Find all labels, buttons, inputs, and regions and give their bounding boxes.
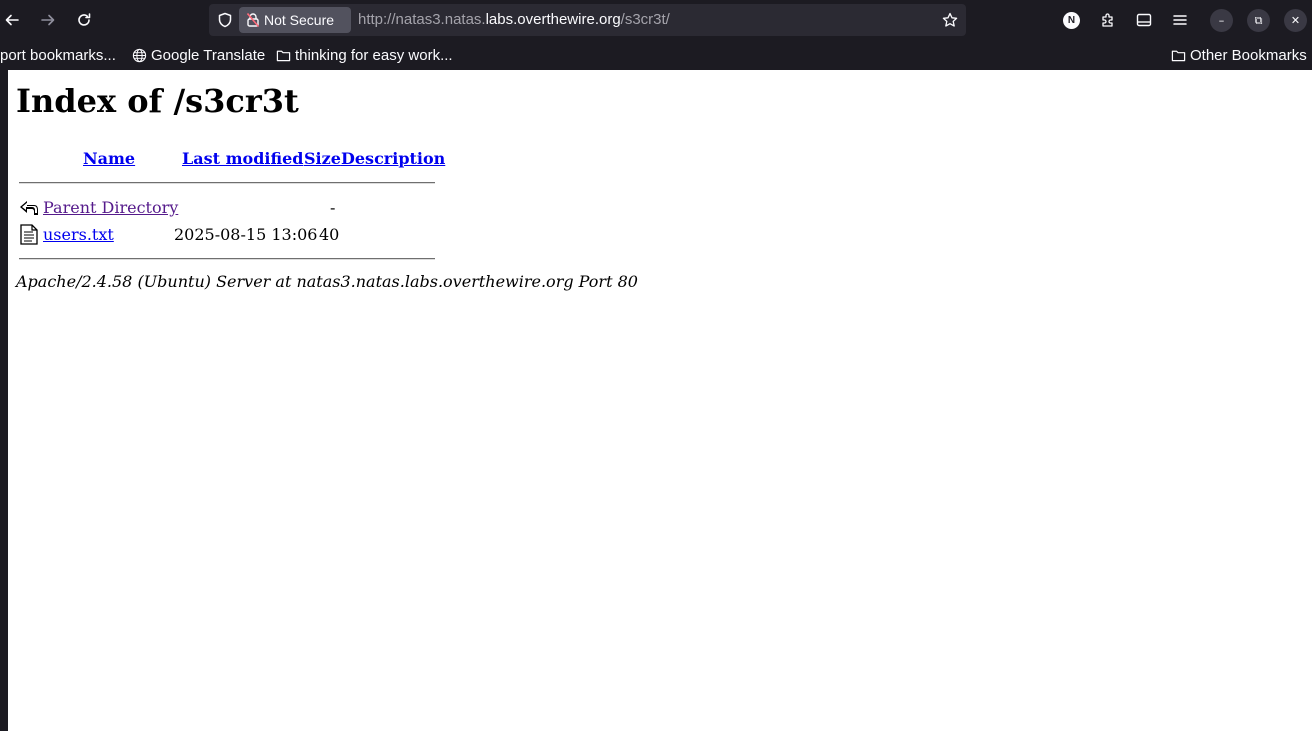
extensions-button[interactable] bbox=[1094, 6, 1122, 34]
forward-arrow-icon bbox=[41, 14, 55, 26]
row-size: - bbox=[330, 198, 336, 217]
bookmark-item[interactable]: port bookmarks... bbox=[0, 40, 116, 70]
text-file-icon bbox=[20, 224, 38, 249]
bookmark-folder[interactable]: thinking for easy work... bbox=[276, 40, 453, 70]
sort-by-description-link[interactable]: Description bbox=[341, 149, 445, 168]
not-secure-label: Not Secure bbox=[264, 12, 335, 28]
url-prefix: http://natas3.natas. bbox=[358, 11, 486, 28]
bookmark-google-translate[interactable]: Google Translate bbox=[132, 40, 265, 70]
sort-by-name-link[interactable]: Name bbox=[83, 149, 135, 168]
row-size: 40 bbox=[319, 225, 340, 244]
sidebar-button[interactable] bbox=[1130, 6, 1158, 34]
address-bar[interactable]: Not Secure http://natas3.natas.labs.over… bbox=[209, 4, 966, 36]
close-icon: ✕ bbox=[1290, 14, 1301, 27]
globe-icon bbox=[132, 48, 147, 63]
server-signature: Apache/2.4.58 (Ubuntu) Server at natas3.… bbox=[16, 272, 638, 291]
minimize-button[interactable]: – bbox=[1210, 9, 1233, 32]
not-secure-badge[interactable]: Not Secure bbox=[239, 7, 351, 33]
minimize-icon: – bbox=[1218, 14, 1225, 27]
folder-icon bbox=[1171, 48, 1186, 63]
browser-toolbar: Not Secure http://natas3.natas.labs.over… bbox=[0, 0, 1312, 40]
sort-by-modified-link[interactable]: Last modified bbox=[182, 149, 303, 168]
reload-icon bbox=[78, 13, 91, 26]
url-text[interactable]: http://natas3.natas.labs.overthewire.org… bbox=[358, 4, 670, 36]
forward-button[interactable] bbox=[34, 6, 62, 34]
page-content: Index of /s3cr3t Name Last modified Size… bbox=[8, 70, 1312, 731]
puzzle-icon bbox=[1102, 13, 1113, 27]
back-button[interactable] bbox=[0, 6, 26, 34]
restore-button[interactable]: ⧉ bbox=[1247, 9, 1270, 32]
shield-icon[interactable] bbox=[216, 11, 234, 29]
back-arrow-icon bbox=[19, 198, 39, 222]
bookmark-label: port bookmarks... bbox=[0, 46, 116, 64]
url-path: /s3cr3t/ bbox=[620, 11, 670, 28]
folder-icon bbox=[276, 48, 291, 63]
bookmark-label: Google Translate bbox=[151, 46, 266, 64]
bookmarks-bar: port bookmarks... Google Translate think… bbox=[0, 40, 1312, 70]
restore-icon: ⧉ bbox=[1254, 13, 1263, 27]
page-title: Index of /s3cr3t bbox=[16, 82, 299, 120]
url-domain: labs.overthewire.org bbox=[485, 11, 621, 28]
sort-by-size-link[interactable]: Size bbox=[304, 149, 341, 168]
divider bbox=[19, 182, 435, 184]
sidebar-icon bbox=[1136, 13, 1152, 27]
reload-button[interactable] bbox=[70, 6, 98, 34]
close-window-button[interactable]: ✕ bbox=[1284, 9, 1307, 32]
account-avatar[interactable]: N bbox=[1063, 12, 1080, 29]
row-last-modified: 2025-08-15 13:06 bbox=[174, 225, 318, 244]
other-bookmarks-label: Other Bookmarks bbox=[1190, 46, 1307, 64]
bookmark-label: thinking for easy work... bbox=[295, 46, 453, 64]
broken-lock-icon bbox=[247, 13, 259, 27]
bookmark-star-button[interactable] bbox=[940, 10, 960, 30]
parent-directory-link[interactable]: Parent Directory bbox=[43, 198, 178, 217]
file-link-users-txt[interactable]: users.txt bbox=[43, 225, 114, 244]
menu-button[interactable] bbox=[1166, 6, 1194, 34]
divider bbox=[19, 258, 435, 260]
other-bookmarks[interactable]: Other Bookmarks bbox=[1171, 40, 1307, 70]
hamburger-menu-icon bbox=[1173, 15, 1187, 25]
star-icon bbox=[942, 12, 958, 27]
back-arrow-icon bbox=[5, 14, 19, 26]
